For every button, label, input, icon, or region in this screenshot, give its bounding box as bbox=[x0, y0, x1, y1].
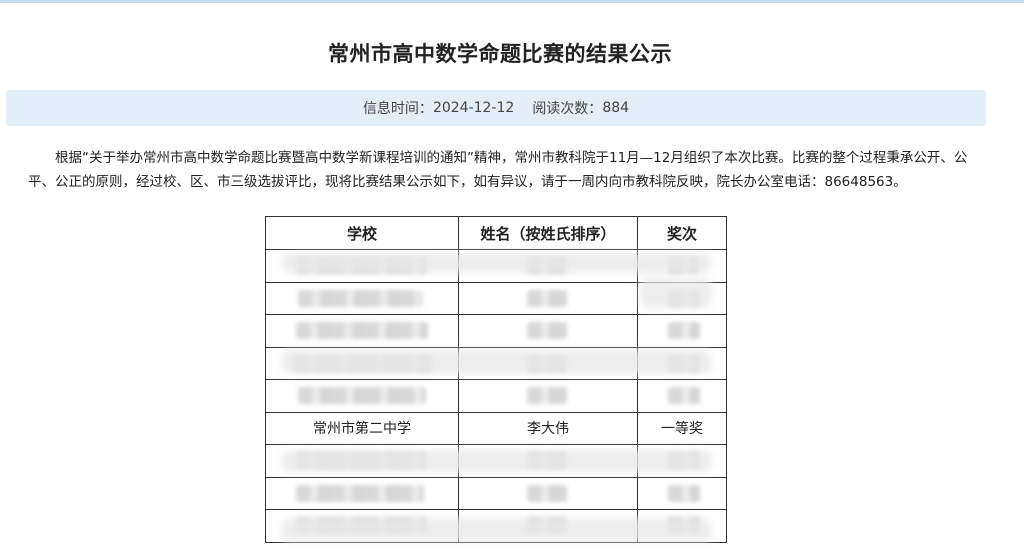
table-row-redacted bbox=[265, 509, 727, 543]
table-row-redacted bbox=[265, 249, 727, 283]
redacted-cell bbox=[458, 281, 638, 315]
table-row-redacted bbox=[265, 476, 727, 510]
table-row-redacted bbox=[265, 346, 727, 380]
redacted-cell bbox=[458, 249, 638, 283]
header-award: 奖次 bbox=[637, 216, 727, 250]
redacted-cell bbox=[637, 281, 727, 315]
redacted-cell bbox=[265, 476, 459, 510]
info-time-label: 信息时间： bbox=[362, 101, 433, 117]
redacted-cell bbox=[265, 346, 459, 380]
redacted-cell bbox=[637, 444, 727, 478]
redacted-cell bbox=[265, 509, 459, 543]
info-bar: 信息时间： 2024-12-12 阅读次数： 884 bbox=[6, 90, 986, 126]
results-table: 学校 姓名（按姓氏排序） 奖次 常州市第二中学 李大伟 一等奖 bbox=[265, 216, 727, 543]
redacted-cell bbox=[458, 509, 638, 543]
redacted-cell bbox=[637, 346, 727, 380]
header-name: 姓名（按姓氏排序） bbox=[458, 216, 638, 250]
redacted-cell bbox=[637, 314, 727, 348]
table-header-row: 学校 姓名（按姓氏排序） 奖次 bbox=[265, 216, 727, 250]
top-border bbox=[0, 0, 1024, 3]
info-views-label: 阅读次数： bbox=[532, 101, 603, 117]
redacted-cell bbox=[637, 476, 727, 510]
redacted-cell bbox=[265, 249, 459, 283]
redacted-cell bbox=[265, 314, 459, 348]
table-row-redacted bbox=[265, 281, 727, 315]
redacted-cell bbox=[637, 509, 727, 543]
redacted-cell bbox=[458, 476, 638, 510]
redacted-cell bbox=[265, 281, 459, 315]
cell-award: 一等奖 bbox=[637, 411, 727, 445]
redacted-cell bbox=[458, 314, 638, 348]
info-views-value: 884 bbox=[602, 100, 630, 116]
redacted-cell bbox=[637, 249, 727, 283]
table-row-redacted bbox=[265, 444, 727, 478]
redacted-cell bbox=[265, 379, 459, 413]
announcement-paragraph: 根据“关于举办常州市高中数学命题比赛暨高中数学新课程培训的通知”精神，常州市教科… bbox=[28, 150, 968, 190]
header-school: 学校 bbox=[265, 216, 459, 250]
table-row-redacted bbox=[265, 379, 727, 413]
cell-name: 李大伟 bbox=[458, 411, 638, 445]
redacted-cell bbox=[265, 444, 459, 478]
table-row: 常州市第二中学 李大伟 一等奖 bbox=[265, 411, 727, 445]
redacted-cell bbox=[458, 346, 638, 380]
info-time-value: 2024-12-12 bbox=[432, 100, 515, 116]
table-row-redacted bbox=[265, 314, 727, 348]
page-title: 常州市高中数学命题比赛的结果公示 bbox=[328, 42, 672, 66]
redacted-cell bbox=[637, 379, 727, 413]
redacted-cell bbox=[458, 444, 638, 478]
cell-school: 常州市第二中学 bbox=[265, 411, 459, 445]
redacted-cell bbox=[458, 379, 638, 413]
